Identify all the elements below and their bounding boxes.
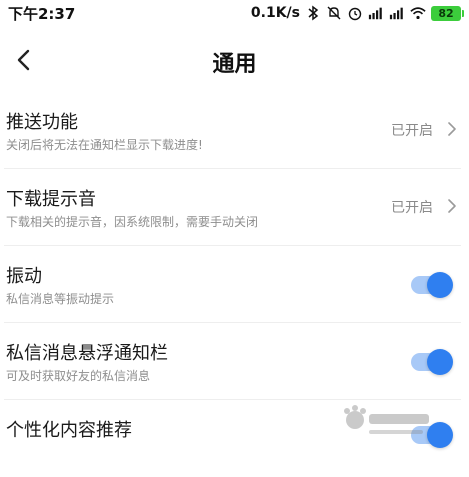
setting-description: 可及时获取好友的私信消息 — [6, 369, 151, 383]
status-bar: 下午2:37 0.1K/s 82 — [0, 0, 469, 26]
setting-download-sound[interactable]: 下载提示音 下载相关的提示音，因系统限制，需要手动关闭 已开启 — [4, 169, 461, 246]
bluetooth-icon — [308, 5, 319, 21]
mute-icon — [327, 6, 341, 20]
chevron-right-icon — [448, 199, 456, 213]
wifi-icon — [410, 7, 426, 20]
status-icons: 0.1K/s 82 — [250, 5, 464, 21]
setting-title: 振动 — [6, 266, 42, 287]
toggle-knob — [427, 349, 453, 375]
toggle-knob — [427, 272, 453, 298]
setting-status: 已开启 — [391, 123, 433, 139]
network-speed: 0.1K/s — [250, 5, 300, 21]
setting-status: 已开启 — [391, 200, 433, 216]
hd-signal-icon — [368, 7, 382, 20]
settings-list: 推送功能 关闭后将无法在通知栏显示下载进度! 已开启 下载提示音 下载相关的提示… — [0, 92, 469, 477]
setting-title: 推送功能 — [6, 112, 78, 133]
setting-description: 私信消息等振动提示 — [6, 292, 115, 306]
vibration-toggle[interactable] — [411, 272, 453, 298]
setting-personalized-recommendation: 个性化内容推荐 — [4, 400, 461, 477]
personalized-recommendation-toggle[interactable] — [411, 422, 453, 448]
setting-vibration: 振动 私信消息等振动提示 — [4, 246, 461, 323]
setting-description: 关闭后将无法在通知栏显示下载进度! — [6, 138, 203, 152]
status-time: 下午2:37 — [8, 4, 76, 23]
setting-title: 个性化内容推荐 — [6, 420, 132, 441]
setting-description: 下载相关的提示音，因系统限制，需要手动关闭 — [6, 215, 259, 229]
battery-icon: 82 — [431, 5, 464, 21]
setting-title: 下载提示音 — [6, 189, 96, 210]
header: 通用 — [0, 36, 469, 84]
battery-level: 82 — [438, 6, 454, 20]
chevron-right-icon — [448, 122, 456, 136]
page-title: 通用 — [212, 52, 257, 77]
toggle-knob — [427, 422, 453, 448]
signal-icon — [389, 7, 403, 20]
alarm-icon — [348, 7, 362, 21]
floating-notification-toggle[interactable] — [411, 349, 453, 375]
setting-title: 私信消息悬浮通知栏 — [6, 343, 168, 364]
setting-floating-notification: 私信消息悬浮通知栏 可及时获取好友的私信消息 — [4, 323, 461, 400]
setting-push[interactable]: 推送功能 关闭后将无法在通知栏显示下载进度! 已开启 — [4, 92, 461, 169]
